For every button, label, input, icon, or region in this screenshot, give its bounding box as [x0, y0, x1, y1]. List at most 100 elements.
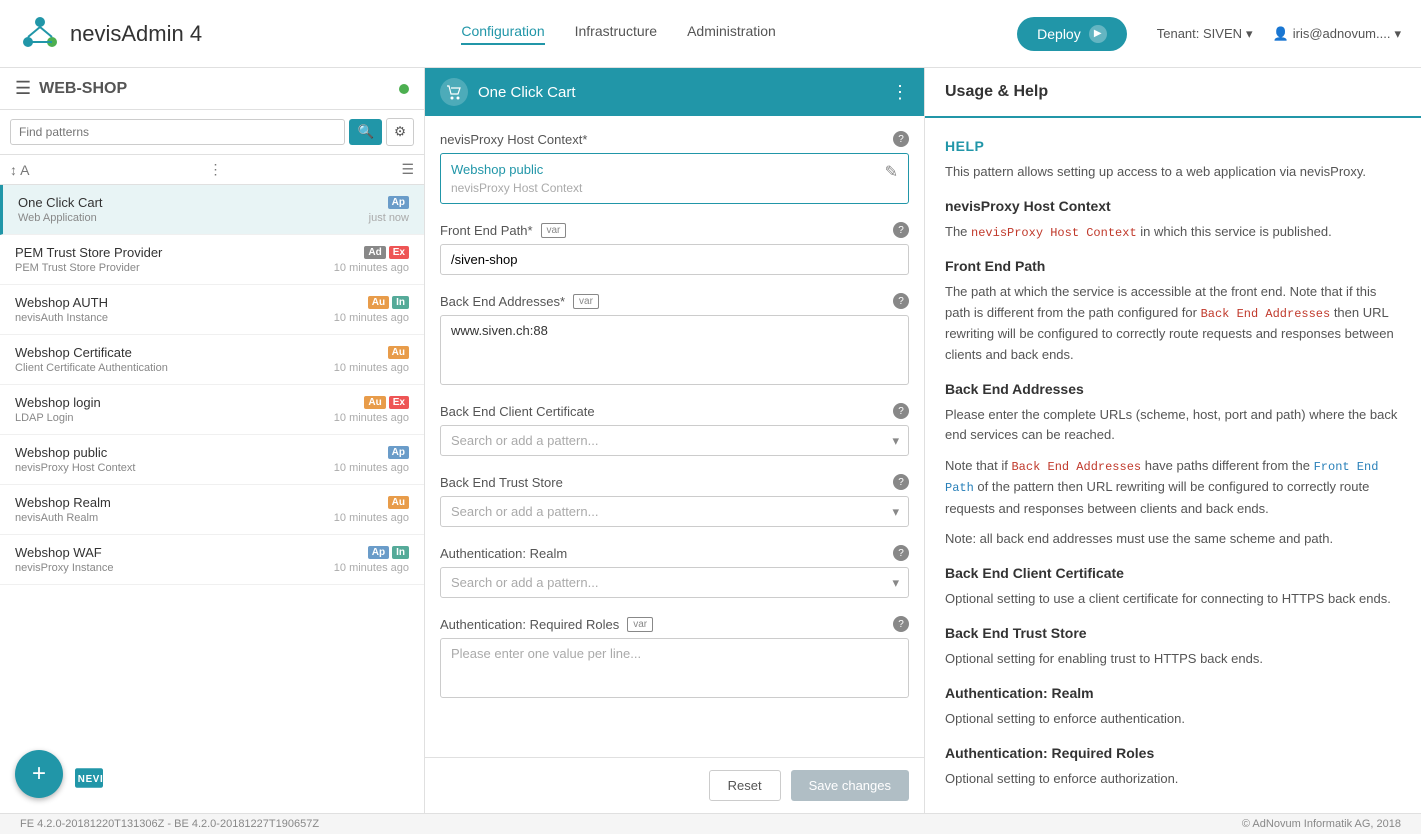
var-badge-front-end[interactable]: var [541, 223, 567, 238]
var-badge-auth-roles[interactable]: var [627, 617, 653, 632]
tenant-selector[interactable]: Tenant: SIVEN ▾ [1157, 26, 1253, 42]
auth-required-roles-input[interactable]: Please enter one value per line... [440, 638, 909, 698]
help-section-text: Note: all back end addresses must use th… [945, 529, 1401, 550]
search-button[interactable]: 🔍 [349, 119, 382, 145]
list-item[interactable]: Webshop Certificate Au Client Certificat… [0, 335, 424, 385]
badge: Ad [364, 246, 385, 259]
list-view-button[interactable]: ☰ [401, 161, 414, 178]
trust-store-select[interactable]: Search or add a pattern... [440, 496, 909, 527]
user-area: Tenant: SIVEN ▾ 👤 iris@adnovum.... ▾ [1157, 26, 1401, 42]
help-icon-back-end[interactable]: ? [893, 293, 909, 309]
nav-administration[interactable]: Administration [687, 23, 776, 45]
field-front-end-path-label: Front End Path* var ? [440, 222, 909, 238]
sidebar-item-badges: Au [388, 346, 409, 359]
badge: Au [368, 296, 389, 309]
list-item[interactable]: Webshop Realm Au nevisAuth Realm 10 minu… [0, 485, 424, 535]
help-section-text: Note that if Back End Addresses have pat… [945, 456, 1401, 519]
sidebar-item-bottom: PEM Trust Store Provider 10 minutes ago [15, 262, 409, 274]
client-cert-select-wrapper: Search or add a pattern... ▾ [440, 425, 909, 456]
nevisproxy-host-icon: ✎ [885, 162, 898, 182]
nav-links: Configuration Infrastructure Administrat… [250, 23, 987, 45]
var-badge-back-end[interactable]: var [573, 294, 599, 309]
back-end-addresses-input[interactable]: www.siven.ch:88 [440, 315, 909, 385]
sidebar-item-name: Webshop login [15, 395, 101, 410]
help-icon-client-cert[interactable]: ? [893, 403, 909, 419]
help-icon-front-end[interactable]: ? [893, 222, 909, 238]
center-menu-icon[interactable]: ⋮ [891, 82, 909, 103]
save-button[interactable]: Save changes [791, 770, 909, 801]
help-section-text: The path at which the service is accessi… [945, 282, 1401, 366]
sort-button[interactable]: ↕ A [10, 162, 29, 178]
sidebar-item-name: Webshop WAF [15, 545, 102, 560]
nav-infrastructure[interactable]: Infrastructure [575, 23, 657, 45]
add-pattern-button[interactable]: + [15, 750, 63, 798]
center-header: One Click Cart ⋮ [425, 68, 924, 116]
client-cert-select[interactable]: Search or add a pattern... [440, 425, 909, 456]
sidebar-item-badges: ApIn [368, 546, 409, 559]
trust-store-select-wrapper: Search or add a pattern... ▾ [440, 496, 909, 527]
sidebar-item-time: 10 minutes ago [334, 362, 409, 374]
sidebar-item-top: Webshop WAF ApIn [15, 545, 409, 560]
app-footer: FE 4.2.0-20181220T131306Z - BE 4.2.0-201… [0, 813, 1421, 834]
right-panel: Usage & Help HELPThis pattern allows set… [925, 68, 1421, 813]
sidebar-item-bottom: nevisProxy Instance 10 minutes ago [15, 562, 409, 574]
sidebar-item-time: just now [369, 212, 409, 224]
hamburger-icon[interactable]: ☰ [15, 78, 31, 99]
help-section-text: Optional setting for enabling trust to H… [945, 649, 1401, 670]
nav-configuration[interactable]: Configuration [461, 23, 544, 45]
list-controls: ↕ A ⋮ ☰ [0, 155, 424, 185]
sidebar-item-time: 10 minutes ago [334, 462, 409, 474]
sidebar-item-badges: AdEx [364, 246, 409, 259]
help-icon-trust-store[interactable]: ? [893, 474, 909, 490]
nevisproxy-host-inner: Webshop public nevisProxy Host Context [451, 162, 582, 195]
list-item[interactable]: Webshop login AuEx LDAP Login 10 minutes… [0, 385, 424, 435]
copyright: © AdNovum Informatik AG, 2018 [1242, 818, 1401, 830]
auth-realm-select[interactable]: Search or add a pattern... [440, 567, 909, 598]
list-item[interactable]: Webshop AUTH AuIn nevisAuth Instance 10 … [0, 285, 424, 335]
reset-button[interactable]: Reset [709, 770, 781, 801]
app-name: nevisAdmin 4 [70, 21, 202, 47]
sidebar-item-badges: AuIn [368, 296, 409, 309]
version-info: FE 4.2.0-20181220T131306Z - BE 4.2.0-201… [20, 818, 319, 830]
list-item[interactable]: One Click Cart Ap Web Application just n… [0, 185, 424, 235]
filter-button[interactable]: ⚙ [386, 118, 414, 146]
help-icon-nevisproxy[interactable]: ? [893, 131, 909, 147]
sidebar-header: ☰ WEB-SHOP [0, 68, 424, 110]
badge: Ap [388, 196, 409, 209]
field-front-end-path: Front End Path* var ? [440, 222, 909, 275]
help-title: HELP [945, 138, 1401, 154]
help-icon-auth-roles[interactable]: ? [893, 616, 909, 632]
play-icon: ▶ [1089, 25, 1107, 43]
top-nav: nevisAdmin 4 Configuration Infrastructur… [0, 0, 1421, 68]
center-header-icon [440, 78, 468, 106]
badge: In [392, 296, 409, 309]
sidebar-item-sub: nevisProxy Instance [15, 562, 113, 574]
more-options-button[interactable]: ⋮ [208, 161, 222, 178]
help-section-text: Please enter the complete URLs (scheme, … [945, 405, 1401, 447]
list-item[interactable]: PEM Trust Store Provider AdEx PEM Trust … [0, 235, 424, 285]
sidebar-item-sub: LDAP Login [15, 412, 74, 424]
right-content: HELPThis pattern allows setting up acces… [925, 118, 1421, 813]
help-section-header: Authentication: Realm [945, 685, 1401, 701]
nevis-logo: NEVIS [75, 768, 103, 788]
project-status-indicator [399, 84, 409, 94]
user-icon: 👤 [1273, 26, 1289, 42]
list-item[interactable]: Webshop public Ap nevisProxy Host Contex… [0, 435, 424, 485]
help-section-header: Back End Trust Store [945, 625, 1401, 641]
user-menu[interactable]: 👤 iris@adnovum.... ▾ [1273, 26, 1401, 42]
user-label: iris@adnovum.... [1293, 26, 1391, 41]
help-icon-auth-realm[interactable]: ? [893, 545, 909, 561]
search-input[interactable] [10, 119, 345, 145]
center-footer: Reset Save changes [425, 757, 924, 813]
front-end-path-input[interactable] [440, 244, 909, 275]
sidebar-item-badges: AuEx [364, 396, 409, 409]
badge: In [392, 546, 409, 559]
nevisproxy-host-link[interactable]: Webshop public [451, 162, 582, 177]
list-item[interactable]: Webshop WAF ApIn nevisProxy Instance 10 … [0, 535, 424, 585]
badge: Ap [388, 446, 409, 459]
deploy-label: Deploy [1037, 26, 1081, 42]
sidebar-item-top: Webshop Realm Au [15, 495, 409, 510]
deploy-button[interactable]: Deploy ▶ [1017, 17, 1127, 51]
sidebar-item-time: 10 minutes ago [334, 512, 409, 524]
sidebar-item-name: Webshop public [15, 445, 107, 460]
